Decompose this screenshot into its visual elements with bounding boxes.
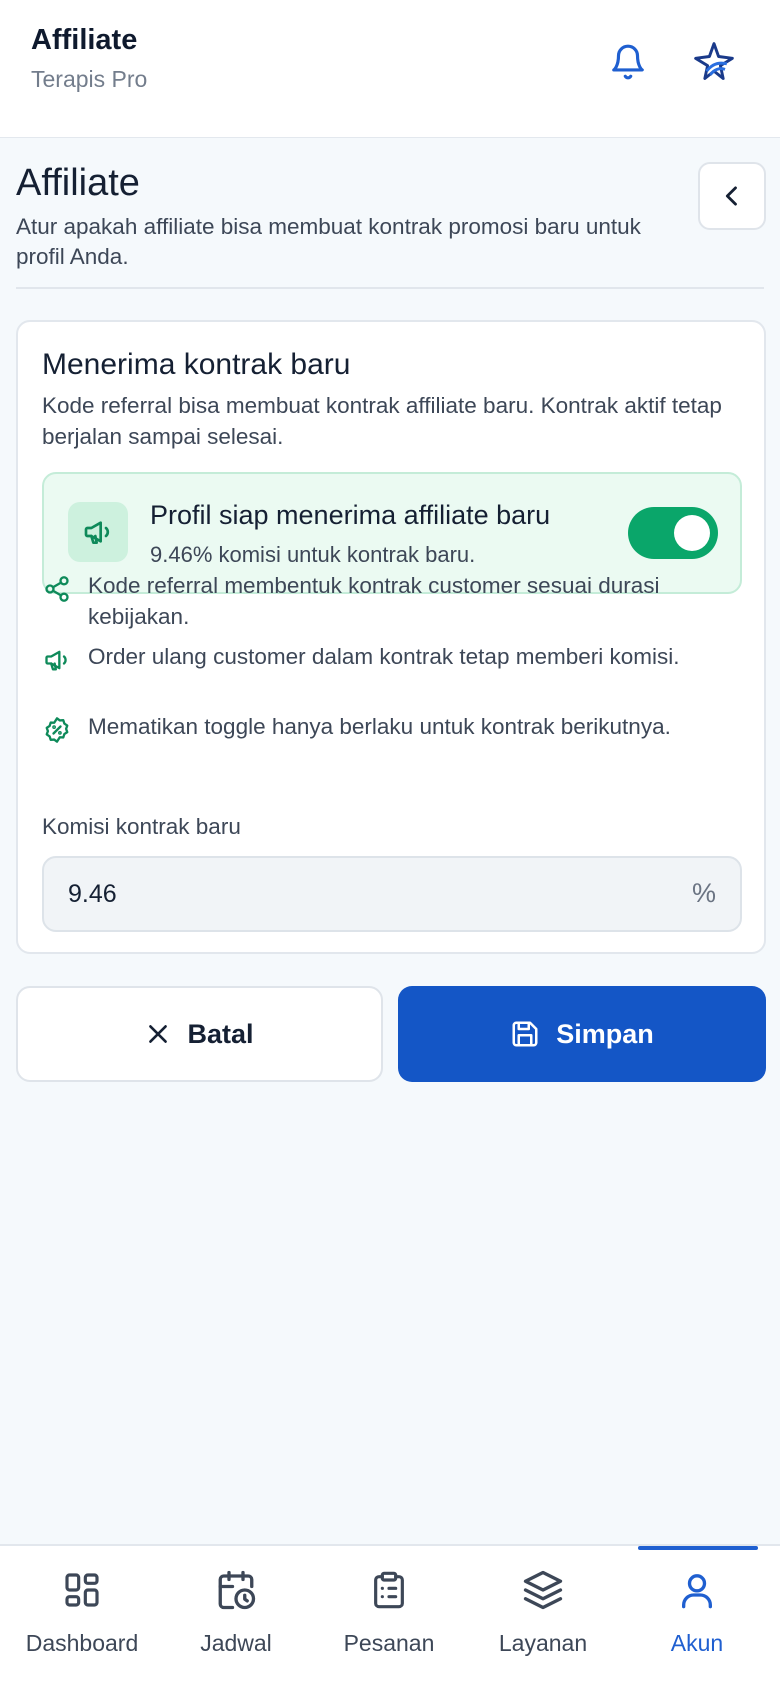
card-description: Kode referral bisa membuat kontrak affil… (42, 393, 722, 449)
percent-suffix: % (691, 878, 716, 908)
active-tab-indicator (638, 1546, 758, 1550)
status-subtitle: 9.46% komisi untuk kontrak baru. (150, 542, 476, 567)
save-icon (512, 1021, 538, 1047)
card-title: Menerima kontrak baru (42, 348, 351, 381)
bullet-text: Mematikan toggle hanya berlaku untuk kon… (88, 714, 671, 739)
back-button[interactable] (698, 162, 766, 230)
app-title: Affiliate (31, 24, 138, 56)
nav-item-jadwal[interactable]: Jadwal (161, 1568, 311, 1678)
dashboard-icon (60, 1568, 104, 1612)
layers-icon (521, 1568, 565, 1612)
nav-label: Pesanan (343, 1630, 435, 1656)
calendar-clock-icon (214, 1568, 258, 1612)
save-label: Simpan (556, 1018, 654, 1049)
nav-item-layanan[interactable]: Layanan (468, 1568, 618, 1678)
user-icon (675, 1568, 719, 1612)
megaphone-icon (68, 502, 128, 562)
toggle-knob (674, 515, 710, 551)
chevron-left-icon (725, 186, 737, 206)
megaphone-icon (42, 645, 72, 675)
app-subtitle: Terapis Pro (31, 66, 148, 92)
nav-label: Akun (670, 1630, 724, 1656)
clipboard-list-icon (367, 1568, 411, 1612)
nav-item-pesanan[interactable]: Pesanan (314, 1568, 464, 1678)
cancel-button[interactable]: Batal (16, 986, 383, 1082)
app-bar: Affiliate Terapis Pro (0, 0, 780, 138)
commission-label: Komisi kontrak baru (42, 814, 241, 839)
discount-badge-icon (42, 715, 72, 745)
accept-affiliate-toggle[interactable] (628, 507, 718, 559)
bullet-text: Order ulang customer dalam kontrak tetap… (88, 644, 680, 669)
bullet-text: Kode referral membentuk kontrak customer… (88, 573, 660, 629)
status-title: Profil siap menerima affiliate baru (150, 500, 551, 530)
share-icon (42, 574, 72, 604)
cancel-label: Batal (187, 1018, 254, 1049)
bottom-navigation: Dashboard Jadwal Pesanan Layanan Akun (0, 1544, 780, 1688)
affiliate-settings-card: Menerima kontrak baru Kode referral bisa… (16, 320, 766, 954)
save-button[interactable]: Simpan (398, 986, 766, 1082)
nav-label: Jadwal (200, 1630, 272, 1656)
page-description: Atur apakah affiliate bisa membuat kontr… (16, 214, 641, 269)
commission-value[interactable]: 9.46 (68, 880, 117, 909)
close-icon (149, 1025, 168, 1043)
nav-item-dashboard[interactable]: Dashboard (7, 1568, 157, 1678)
nav-item-akun[interactable]: Akun (622, 1568, 772, 1678)
commission-input[interactable]: 9.46 % (42, 856, 742, 932)
nav-label: Layanan (498, 1630, 588, 1656)
bell-icon[interactable] (602, 36, 654, 88)
nav-label: Dashboard (25, 1630, 139, 1656)
page-title: Affiliate (16, 162, 140, 204)
brand-logo-icon[interactable] (688, 36, 740, 88)
divider (16, 287, 764, 289)
